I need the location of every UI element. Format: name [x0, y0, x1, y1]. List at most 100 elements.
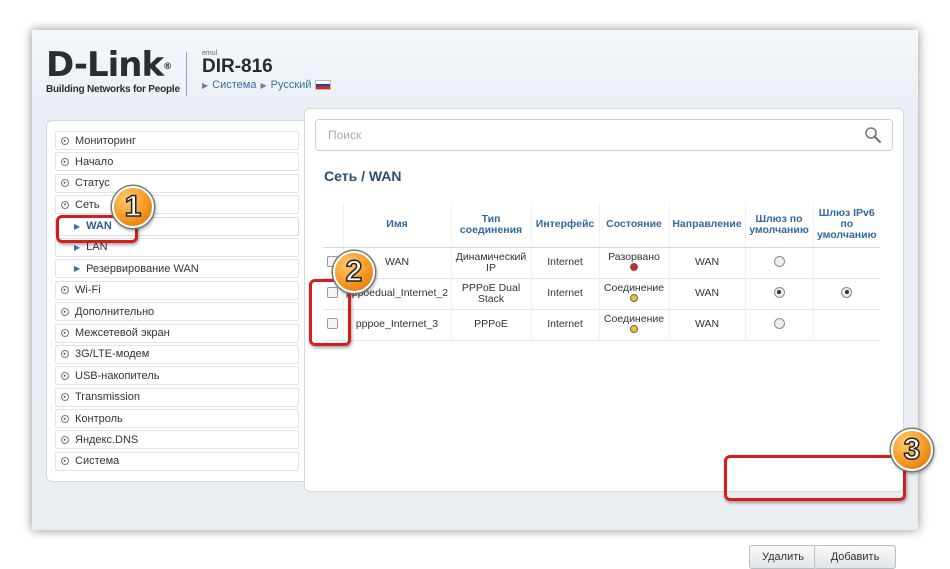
expand-icon: ▸ [61, 307, 69, 316]
main-panel: Поиск Сеть / WAN Имя Тип соединения Инте… [304, 108, 904, 569]
cell-direction: WAN [669, 247, 746, 279]
add-button[interactable]: Добавить [814, 545, 896, 569]
default-gateway-radio[interactable] [773, 255, 785, 267]
state-text: Соединение [603, 312, 665, 325]
triangle-icon: ▶ [202, 80, 209, 90]
cell-state: Разорвано [599, 247, 670, 279]
cell-interface: Internet [531, 247, 600, 279]
sidebar-item-wan-backup[interactable]: ▶ Резервирование WAN [55, 259, 299, 279]
arrow-right-icon: ▶ [74, 264, 81, 274]
expand-icon: ▸ [61, 371, 69, 380]
arrow-right-icon: ▶ [74, 242, 81, 252]
column-header-interface[interactable]: Интерфейс [531, 203, 600, 248]
sidebar-item-status[interactable]: ▸ Статус [55, 173, 299, 193]
expand-icon: ▸ [61, 179, 69, 188]
sidebar-item-usb[interactable]: ▸ USB-накопитель [55, 366, 299, 386]
expand-icon: ▸ [61, 286, 69, 295]
sidebar-item-label: Межсетевой экран [75, 327, 170, 340]
cell-type: PPPoE [451, 309, 532, 341]
search-icon[interactable] [864, 126, 882, 144]
dlink-logo: D-Link® Building Networks for People [46, 45, 180, 95]
sidebar-item-label: Контроль [75, 412, 123, 425]
table-header-row: Имя Тип соединения Интерфейс Состояние Н… [323, 203, 880, 248]
sidebar-item-start[interactable]: ▸ Начало [55, 152, 299, 172]
column-header-name[interactable]: Имя [343, 203, 452, 248]
column-header-gateway-ipv6[interactable]: Шлюз IPv6 по умолчанию [813, 203, 880, 248]
sidebar-menu: ▸ Мониторинг ▸ Начало ▸ Статус ▾ Сеть ▶ WAN ▶… [46, 120, 308, 482]
table-row[interactable]: pppoe_Internet_3 PPPoE Internet Соединен… [323, 309, 880, 341]
cell-gateway-ipv6 [813, 247, 880, 279]
sidebar-item-label: Статус [75, 177, 110, 190]
cell-direction: WAN [669, 278, 746, 310]
sidebar-item-control[interactable]: ▸ Контроль [55, 409, 299, 429]
sidebar-item-firewall[interactable]: ▸ Межсетевой экран [55, 323, 299, 343]
sidebar-item-label: LAN [86, 241, 108, 254]
sidebar-item-network[interactable]: ▾ Сеть [55, 195, 299, 215]
sidebar-item-transmission[interactable]: ▸ Transmission [55, 387, 299, 407]
sidebar-item-monitoring[interactable]: ▸ Мониторинг [55, 131, 299, 150]
sidebar-item-label: Мониторинг [75, 134, 137, 147]
highlight-box-buttons [724, 455, 906, 501]
sidebar-item-label: Сеть [75, 198, 100, 211]
search-input[interactable]: Поиск [315, 119, 893, 151]
default-gateway-radio[interactable] [773, 286, 785, 298]
search-placeholder: Поиск [328, 128, 362, 142]
step-1-badge: 1 [112, 186, 154, 228]
triangle-icon: ▶ [260, 80, 267, 90]
expand-icon: ▸ [61, 393, 69, 402]
cell-interface: Internet [531, 278, 600, 310]
cell-state: Соединение [599, 278, 670, 310]
system-link[interactable]: Система [212, 79, 256, 91]
status-dot-icon [630, 324, 638, 333]
table-row[interactable]: WAN Динамический IP Internet Разорвано W… [323, 247, 880, 279]
sidebar-item-system[interactable]: ▸ Система [55, 451, 299, 471]
cell-gateway-ipv6 [813, 309, 880, 341]
expand-icon: ▸ [61, 329, 69, 338]
model-block: emul DIR-816 ▶ Система ▶ Русский [202, 50, 332, 91]
sidebar-item-label: Начало [75, 155, 114, 168]
column-header-gateway[interactable]: Шлюз по умолчанию [745, 203, 814, 248]
column-header-type[interactable]: Тип соединения [451, 203, 532, 248]
step-3-badge: 3 [891, 429, 933, 471]
sidebar-item-yandex-dns[interactable]: ▸ Яндекс.DNS [55, 430, 299, 450]
sidebar-item-label: Transmission [75, 391, 140, 404]
sidebar-item-advanced[interactable]: ▸ Дополнительно [55, 302, 299, 322]
sidebar-item-wifi[interactable]: ▸ Wi-Fi [55, 280, 299, 300]
header-links: ▶ Система ▶ Русский [202, 79, 332, 91]
expand-icon: ▸ [61, 457, 69, 466]
collapse-icon: ▾ [61, 200, 69, 209]
cell-type: PPPoE Dual Stack [451, 278, 532, 310]
sidebar-item-label: USB-накопитель [75, 369, 160, 382]
language-link[interactable]: Русский [271, 79, 312, 91]
state-text: Разорвано [608, 250, 660, 263]
sidebar-item-label: 3G/LTE-модем [75, 348, 150, 361]
column-header-state[interactable]: Состояние [599, 203, 670, 248]
expand-icon: ▸ [61, 136, 69, 145]
default-gateway-ipv6-radio[interactable] [841, 286, 853, 298]
expand-icon: ▸ [61, 157, 69, 166]
wan-table: Имя Тип соединения Интерфейс Состояние Н… [323, 203, 880, 341]
cell-state: Соединение [599, 309, 670, 341]
cell-type: Динамический IP [451, 247, 532, 279]
select-column-header [323, 203, 344, 248]
expand-icon: ▸ [61, 435, 69, 444]
sidebar-item-3g-lte[interactable]: ▸ 3G/LTE-модем [55, 344, 299, 364]
cell-name: pppoe_Internet_3 [343, 309, 452, 341]
brand-name: D-Link [46, 45, 164, 85]
delete-button[interactable]: Удалить [749, 545, 817, 569]
status-dot-icon [630, 262, 638, 271]
table-row[interactable]: pppoedual_Internet_2 PPPoE Dual Stack In… [323, 278, 880, 310]
default-gateway-radio[interactable] [773, 317, 785, 329]
cell-interface: Internet [531, 309, 600, 341]
model-name: DIR-816 [202, 56, 273, 77]
step-2-badge: 2 [333, 251, 375, 293]
brand-tagline: Building Networks for People [46, 84, 180, 95]
status-dot-icon [630, 293, 638, 302]
state-text: Соединение [603, 281, 665, 294]
russian-flag-icon[interactable] [315, 80, 332, 90]
cell-direction: WAN [669, 309, 746, 341]
sidebar-item-label: Дополнительно [75, 305, 155, 318]
column-header-direction[interactable]: Направление [669, 203, 746, 248]
expand-icon: ▸ [61, 350, 69, 359]
page-title: Сеть / WAN [324, 168, 402, 184]
